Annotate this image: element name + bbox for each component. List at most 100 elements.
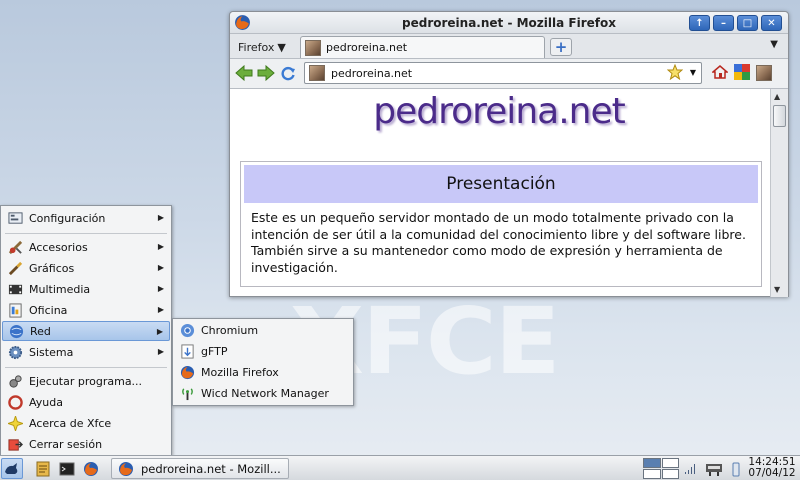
submenu-arrow-icon: ▶ <box>157 242 164 251</box>
menu-item-ayuda[interactable]: Ayuda <box>2 392 170 412</box>
network-icon <box>8 323 24 339</box>
multimedia-icon <box>7 281 23 297</box>
panel-clock[interactable]: 14:24:51 07/04/12 <box>746 457 798 479</box>
bottom-panel: pedroreina.net - Mozill... 14:24:51 07/0… <box>0 455 800 480</box>
menu-item-configuracion[interactable]: Configuración ▶ <box>2 208 170 228</box>
menu-item-label: Accesorios <box>29 240 88 254</box>
launcher-terminal[interactable] <box>57 458 77 479</box>
taskbar-button-firefox[interactable]: pedroreina.net - Mozill... <box>111 458 289 479</box>
window-shade-button[interactable]: ↑ <box>689 15 710 31</box>
menu-item-red[interactable]: Red ▶ <box>2 321 170 341</box>
site-favicon-icon <box>305 39 321 56</box>
menu-item-multimedia[interactable]: Multimedia ▶ <box>2 279 170 299</box>
launcher-notes[interactable] <box>33 458 53 479</box>
workspace-4[interactable] <box>661 469 679 479</box>
presentation-heading: Presentación <box>244 165 758 203</box>
scrollbar-thumb[interactable] <box>773 105 786 127</box>
back-button[interactable] <box>234 63 254 83</box>
submenu-arrow-icon: ▶ <box>157 305 164 314</box>
graphics-icon <box>7 260 23 276</box>
menu-item-label: Mozilla Firefox <box>201 365 279 379</box>
menu-item-label: Ejecutar programa... <box>29 374 143 388</box>
menu-item-sistema[interactable]: Sistema ▶ <box>2 342 170 362</box>
scroll-down-icon[interactable]: ▼ <box>774 285 780 294</box>
menu-item-label: Oficina <box>29 303 68 317</box>
settings-icon <box>7 210 23 226</box>
site-bookmark-icon[interactable] <box>756 65 772 81</box>
menu-item-oficina[interactable]: Oficina ▶ <box>2 300 170 320</box>
menu-item-label: Ayuda <box>29 395 63 409</box>
applications-menu-button[interactable] <box>1 458 23 479</box>
office-icon <box>7 302 23 318</box>
network-submenu: Chromium gFTP Mozilla Firefox Wicd Netwo… <box>172 318 354 406</box>
presentation-box: Presentación Este es un pequeño servidor… <box>240 161 762 287</box>
url-text: pedroreina.net <box>331 66 413 80</box>
google-icon <box>734 63 750 80</box>
arrow-left-icon <box>235 65 253 81</box>
window-maximize-button[interactable]: □ <box>737 15 758 31</box>
url-history-dropdown-icon[interactable]: ▼ <box>690 68 696 77</box>
firefox-menu-button[interactable]: Firefox ▼ <box>234 37 290 57</box>
about-icon <box>7 415 23 431</box>
submenu-item-chromium[interactable]: Chromium <box>174 320 352 340</box>
menu-item-acerca-xfce[interactable]: Acerca de Xfce <box>2 413 170 433</box>
menu-separator <box>5 367 167 368</box>
taskbar-button-label: pedroreina.net - Mozill... <box>141 461 281 476</box>
tab-pedroreina[interactable]: pedroreina.net <box>300 36 545 58</box>
launcher-firefox[interactable] <box>81 458 101 479</box>
menu-item-accesorios[interactable]: Accesorios ▶ <box>2 237 170 257</box>
battery-icon <box>732 462 740 476</box>
workspace-pager[interactable] <box>643 458 679 479</box>
firefox-icon <box>234 14 251 34</box>
vertical-scrollbar[interactable]: ▲ ▼ <box>770 89 788 297</box>
logout-icon <box>7 436 23 452</box>
workspace-2[interactable] <box>661 458 679 468</box>
network-tray[interactable] <box>704 458 724 479</box>
menu-item-ejecutar[interactable]: Ejecutar programa... <box>2 371 170 391</box>
scroll-up-icon[interactable]: ▲ <box>774 92 780 101</box>
xfce-mouse-icon <box>5 462 18 474</box>
bookmark-star-icon[interactable] <box>666 63 684 83</box>
submenu-arrow-icon: ▶ <box>157 213 164 222</box>
wicd-icon <box>179 385 195 401</box>
navigation-toolbar: pedroreina.net ▼ <box>230 58 788 87</box>
reload-button[interactable] <box>278 63 298 83</box>
notes-icon <box>36 461 50 476</box>
home-button[interactable] <box>710 64 730 83</box>
workspace-1[interactable] <box>643 458 661 468</box>
firefox-icon <box>119 461 133 476</box>
window-close-button[interactable]: ✕ <box>761 15 782 31</box>
help-icon <box>7 394 23 410</box>
wireless-tray[interactable] <box>682 458 698 479</box>
menu-item-cerrar-sesion[interactable]: Cerrar sesión <box>2 434 170 454</box>
submenu-arrow-icon: ▶ <box>157 284 164 293</box>
presentation-text: Este es un pequeño servidor montado de u… <box>251 210 746 275</box>
window-minimize-button[interactable]: – <box>713 15 734 31</box>
home-icon <box>710 64 730 79</box>
submenu-item-gftp[interactable]: gFTP <box>174 341 352 361</box>
site-title[interactable]: pedroreina.net <box>230 91 768 132</box>
new-tab-button[interactable]: + <box>550 38 572 56</box>
menu-item-graficos[interactable]: Gráficos ▶ <box>2 258 170 278</box>
chromium-icon <box>179 322 195 338</box>
site-identity-icon <box>309 65 325 81</box>
tab-bar: Firefox ▼ pedroreina.net + ▼ <box>230 34 788 58</box>
submenu-item-wicd[interactable]: Wicd Network Manager <box>174 383 352 403</box>
window-titlebar[interactable]: pedroreina.net - Mozilla Firefox ↑ – □ ✕ <box>230 12 788 34</box>
submenu-item-firefox[interactable]: Mozilla Firefox <box>174 362 352 382</box>
wireless-signal-icon <box>685 463 695 474</box>
tab-list-button[interactable]: ▼ <box>770 39 778 50</box>
forward-button[interactable] <box>256 63 276 83</box>
menu-item-label: gFTP <box>201 344 228 358</box>
system-icon <box>7 344 23 360</box>
battery-tray[interactable] <box>730 458 742 479</box>
firefox-window: pedroreina.net - Mozilla Firefox ↑ – □ ✕… <box>229 11 789 297</box>
applications-menu: Configuración ▶ Accesorios ▶ Gráficos ▶ … <box>0 205 172 456</box>
url-bar[interactable]: pedroreina.net ▼ <box>304 62 702 84</box>
submenu-arrow-icon: ▶ <box>157 263 164 272</box>
accessories-icon <box>7 239 23 255</box>
google-search-button[interactable] <box>734 63 750 83</box>
workspace-3[interactable] <box>643 469 661 479</box>
menu-item-label: Wicd Network Manager <box>201 386 329 400</box>
network-wired-icon <box>706 463 722 476</box>
